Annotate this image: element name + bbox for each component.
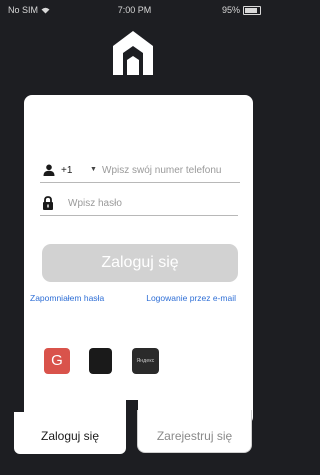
login-button[interactable]: Zaloguj się	[42, 244, 238, 282]
status-bar: No SIM 7:00 PM 95%	[0, 0, 269, 20]
lock-icon	[43, 196, 53, 210]
tab-login[interactable]: Zaloguj się	[14, 412, 126, 454]
battery-percent: 95%	[221, 5, 240, 15]
password-input[interactable]: Wpisz hasło	[68, 198, 122, 209]
battery-info: 95%	[222, 5, 261, 15]
yandex-icon: Яндекс	[136, 358, 155, 364]
app-logo-icon	[113, 31, 153, 75]
forgot-password-link[interactable]: Zapomniałem hasła	[30, 292, 120, 304]
email-login-link[interactable]: Logowanie przez e-mail	[138, 292, 236, 304]
password-input-row[interactable]: Wpisz hasło	[40, 193, 238, 216]
phone-input-row[interactable]: +1 ▼ Wpisz swój numer telefonu	[40, 160, 240, 183]
country-code-select[interactable]: +1	[61, 165, 72, 176]
chevron-down-icon[interactable]: ▼	[90, 166, 97, 173]
yandex-login-button[interactable]: Яндекс	[132, 348, 159, 374]
battery-icon	[243, 5, 261, 15]
tab-register[interactable]: Zarejestruj się	[137, 410, 252, 453]
google-icon: G	[51, 352, 63, 369]
phone-input[interactable]: Wpisz swój numer telefonu	[102, 165, 222, 176]
google-login-button[interactable]: G	[44, 348, 70, 374]
person-icon	[43, 164, 55, 176]
apple-login-button[interactable]	[89, 348, 112, 374]
